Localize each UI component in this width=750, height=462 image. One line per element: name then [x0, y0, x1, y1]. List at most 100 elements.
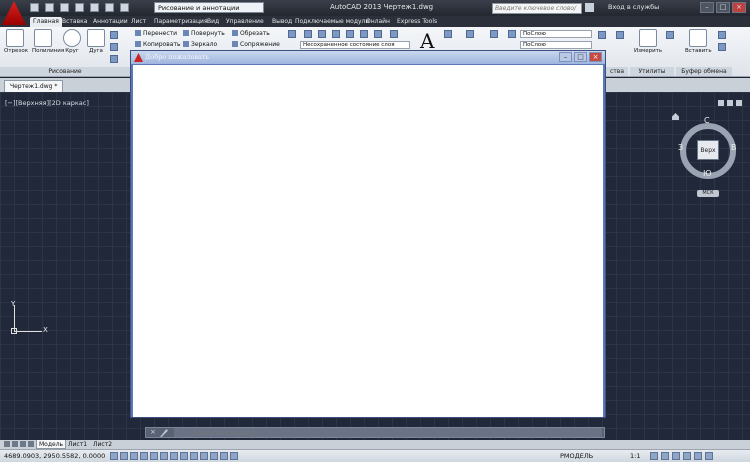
rotate-button[interactable]: Повернуть: [183, 30, 225, 38]
redo-icon[interactable]: [120, 3, 129, 12]
cut-icon[interactable]: [718, 31, 726, 39]
workspace-switch-icon[interactable]: [661, 452, 669, 460]
3dosnap-icon[interactable]: [160, 452, 168, 460]
document-tab[interactable]: Чертеж1.dwg *: [4, 80, 64, 92]
tab-plugins[interactable]: Подключаемые модули: [295, 17, 369, 27]
layer-lock-icon[interactable]: [332, 30, 340, 38]
measure-button[interactable]: Измерить: [634, 29, 662, 54]
clean-screen-icon[interactable]: [705, 452, 713, 460]
snap-icon[interactable]: [110, 452, 118, 460]
open-icon[interactable]: [45, 3, 54, 12]
maximize-button[interactable]: □: [716, 2, 730, 13]
layer-freeze-icon[interactable]: [318, 30, 326, 38]
tab-view[interactable]: Вид: [207, 17, 219, 27]
tab-manage[interactable]: Управление: [226, 17, 264, 27]
compass-south[interactable]: Ю: [703, 169, 712, 178]
qp-icon[interactable]: [220, 452, 228, 460]
tab-annotate[interactable]: Аннотации: [93, 17, 128, 27]
viewport-controls-label[interactable]: [−][Верхняя][2D каркас]: [5, 99, 89, 107]
tab-parametric[interactable]: Параметризация: [154, 17, 208, 27]
search-icon[interactable]: [585, 3, 594, 12]
osnap-icon[interactable]: [150, 452, 158, 460]
copy-clip-icon[interactable]: [718, 43, 726, 51]
tab-express-tools[interactable]: Express Tools: [397, 17, 437, 27]
block-insert-icon[interactable]: [466, 30, 474, 38]
rectangle-icon[interactable]: [110, 31, 118, 39]
copy-button[interactable]: Копировать: [135, 41, 180, 49]
panel-label-properties[interactable]: ства: [606, 67, 628, 76]
ducs-icon[interactable]: [180, 452, 188, 460]
coordinates-readout[interactable]: 4689.0903, 2950.5582, 0.0000: [4, 452, 105, 460]
last-tab-icon[interactable]: [28, 441, 34, 447]
dialog-minimize-button[interactable]: –: [559, 52, 572, 62]
region-icon[interactable]: [110, 55, 118, 63]
quick-calc-icon[interactable]: [666, 31, 674, 39]
circle-button[interactable]: Круг: [61, 29, 83, 54]
panel-label-utilities[interactable]: Утилиты: [630, 67, 674, 76]
viewport-restore-icon[interactable]: [727, 100, 733, 106]
save-icon[interactable]: [60, 3, 69, 12]
tab-online[interactable]: Онлайн: [366, 17, 390, 27]
layer-walk-icon[interactable]: [390, 30, 398, 38]
panel-label-draw[interactable]: Рисование: [0, 67, 130, 76]
tab-layout[interactable]: Лист: [131, 17, 146, 27]
sc-icon[interactable]: [230, 452, 238, 460]
viewport-minimize-icon[interactable]: [718, 100, 724, 106]
annotation-visibility-icon[interactable]: [650, 452, 658, 460]
block-create-icon[interactable]: [490, 30, 498, 38]
model-space-toggle[interactable]: РМОДЕЛЬ: [560, 452, 593, 460]
tab-sheet2[interactable]: Лист2: [91, 440, 114, 449]
compass-west[interactable]: З: [678, 143, 683, 152]
workspace-dropdown[interactable]: Рисование и аннотации: [154, 2, 264, 13]
login-link[interactable]: Вход в службы: [608, 3, 659, 11]
tab-insert[interactable]: Вставка: [62, 17, 87, 27]
compass-north[interactable]: С: [704, 116, 710, 125]
new-icon[interactable]: [30, 3, 39, 12]
match-properties-icon[interactable]: [508, 30, 516, 38]
layer-icon[interactable]: [304, 30, 312, 38]
dimension-icon[interactable]: [444, 30, 452, 38]
paste-button[interactable]: Вставить: [685, 29, 712, 54]
group-edit-icon[interactable]: [616, 31, 624, 39]
color-dropdown[interactable]: ПоСлою: [520, 30, 592, 38]
arc-button[interactable]: Дуга: [85, 29, 107, 54]
tab-output[interactable]: Вывод: [272, 17, 292, 27]
line-button[interactable]: Отрезок: [4, 29, 28, 54]
mirror-button[interactable]: Зеркало: [183, 41, 217, 49]
close-icon[interactable]: ×: [150, 428, 156, 436]
print-icon[interactable]: [90, 3, 99, 12]
first-tab-icon[interactable]: [4, 441, 10, 447]
move-button[interactable]: Перенести: [135, 30, 177, 38]
layer-state-dropdown[interactable]: Несохраненное состояние слоя: [300, 41, 410, 49]
minimize-button[interactable]: –: [700, 2, 714, 13]
undo-icon[interactable]: [105, 3, 114, 12]
ucs-menu[interactable]: МСК: [697, 190, 719, 197]
lineweight-icon[interactable]: [200, 452, 208, 460]
transparency-icon[interactable]: [210, 452, 218, 460]
dialog-maximize-button[interactable]: □: [574, 52, 587, 62]
layer-match-icon[interactable]: [346, 30, 354, 38]
tab-sheet1[interactable]: Лист1: [66, 440, 89, 449]
compass-east[interactable]: В: [731, 143, 737, 152]
annotation-scale[interactable]: 1:1: [630, 452, 640, 460]
lock-icon[interactable]: [672, 452, 680, 460]
command-input[interactable]: [174, 428, 602, 437]
hatch-icon[interactable]: [110, 43, 118, 51]
otrack-icon[interactable]: [170, 452, 178, 460]
trim-button[interactable]: Обрезать: [232, 30, 270, 38]
grid-icon[interactable]: [120, 452, 128, 460]
layer-off-icon[interactable]: [374, 30, 382, 38]
tab-home[interactable]: Главная: [30, 17, 62, 27]
dialog-close-button[interactable]: ×: [589, 52, 602, 62]
polar-icon[interactable]: [140, 452, 148, 460]
tab-model[interactable]: Модель: [36, 440, 67, 449]
save-as-icon[interactable]: [75, 3, 84, 12]
viewport-close-icon[interactable]: [736, 100, 742, 106]
panel-label-clipboard[interactable]: Буфер обмена: [676, 67, 732, 76]
polyline-button[interactable]: Полилиния: [32, 29, 64, 54]
fillet-button[interactable]: Сопряжение: [232, 41, 280, 49]
isolate-icon[interactable]: [694, 452, 702, 460]
next-tab-icon[interactable]: [20, 441, 26, 447]
linetype-dropdown[interactable]: ПоСлою: [520, 41, 592, 49]
hardware-accel-icon[interactable]: [683, 452, 691, 460]
